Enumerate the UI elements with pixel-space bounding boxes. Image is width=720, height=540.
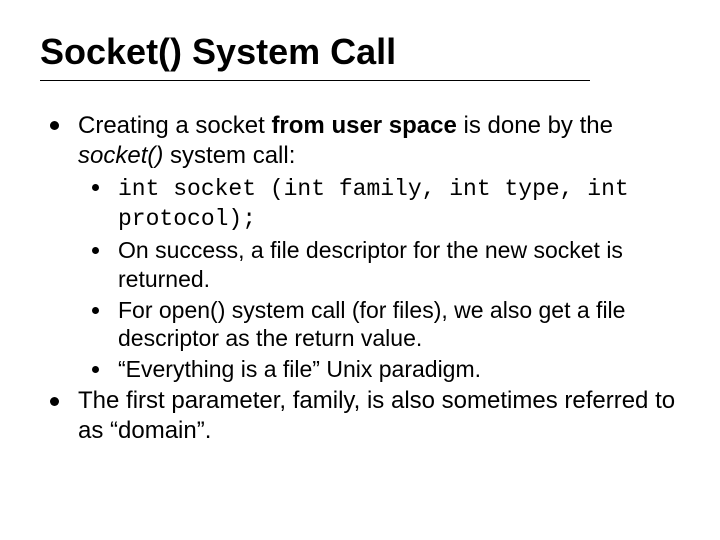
sub-bullet-item-2: On success, a file descriptor for the ne… (92, 236, 680, 294)
sub-bullet-item-4: “Everything is a file” Unix paradigm. (92, 355, 680, 384)
bullet-item-2: The first parameter, family, is also som… (50, 386, 680, 446)
body-text: “Everything is a file” Unix paradigm. (118, 356, 481, 382)
bullet-icon (50, 397, 59, 406)
body-text: The first parameter, family, is also som… (78, 387, 675, 444)
bullet-icon (92, 184, 99, 191)
sub-bullet-item-3: For open() system call (for files), we a… (92, 296, 680, 354)
text-fragment-italic: socket() (78, 142, 163, 169)
bullet-icon (92, 307, 99, 314)
sub-bullet-item-1: int socket (int family, int type, int pr… (92, 173, 680, 235)
text-fragment: Creating a socket (78, 112, 271, 139)
text-fragment: system call: (163, 142, 295, 169)
slide: Socket() System Call Creating a socket f… (0, 0, 720, 540)
bullet-list-level2: int socket (int family, int type, int pr… (92, 173, 680, 384)
bullet-icon (50, 121, 59, 130)
text-fragment-bold: from user space (271, 112, 456, 139)
bullet-item-1: Creating a socket from user space is don… (50, 111, 680, 384)
bullet-icon (92, 366, 99, 373)
body-text: On success, a file descriptor for the ne… (118, 237, 623, 292)
code-text: int socket (int family, int type, int pr… (118, 176, 629, 233)
slide-title: Socket() System Call (40, 32, 680, 72)
bullet-list-level1: Creating a socket from user space is don… (50, 111, 680, 446)
title-underline (40, 80, 590, 81)
body-text: For open() system call (for files), we a… (118, 297, 625, 352)
bullet-icon (92, 247, 99, 254)
text-fragment: is done by the (457, 112, 613, 139)
